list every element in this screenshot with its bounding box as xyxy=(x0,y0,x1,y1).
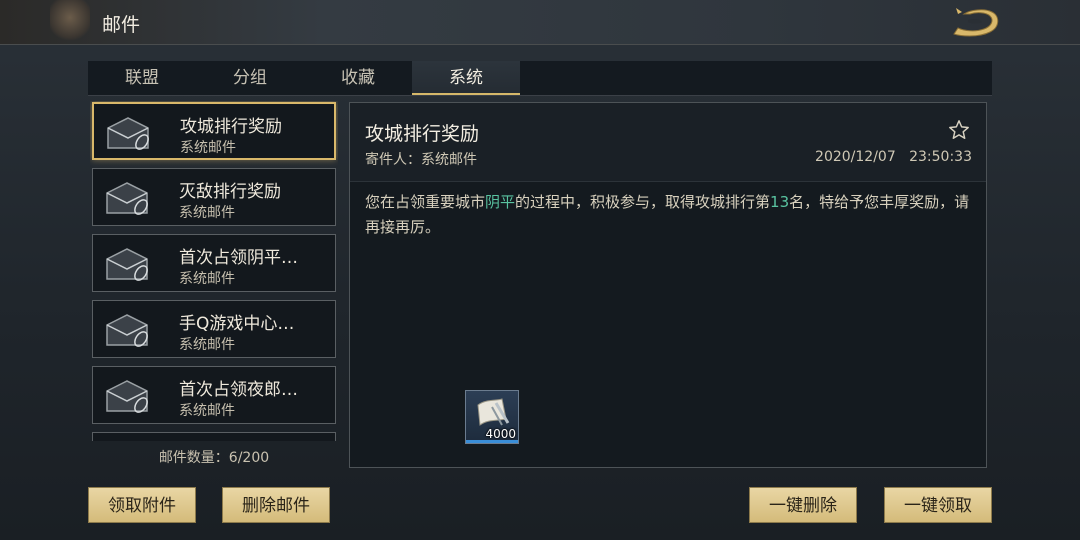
rank-number: 13 xyxy=(770,193,790,211)
body-text: 的过程中，积极参与，取得攻城排行第 xyxy=(515,193,771,211)
mail-sender: 系统邮件 xyxy=(179,271,235,287)
star-icon[interactable] xyxy=(948,119,970,141)
mail-list[interactable]: 攻城排行奖励 系统邮件 灭敌排行奖励 系统邮件 首次占领阴平… 系统邮件 手Q游… xyxy=(90,101,338,441)
mail-body: 您在占领重要城市阴平的过程中，积极参与，取得攻城排行第13名，特给予您丰厚奖励，… xyxy=(365,190,970,240)
body-text: 您在占领重要城市 xyxy=(365,193,486,211)
tab-system[interactable]: 系统 xyxy=(412,61,520,95)
mail-count: 邮件数量：6/200 xyxy=(158,450,270,466)
mail-tabs: 联盟 分组 收藏 系统 xyxy=(88,61,992,96)
delete-mail-button[interactable]: 删除邮件 xyxy=(222,487,330,523)
mail-title: 手Q游戏中心… xyxy=(179,314,295,334)
mail-attachment-icon xyxy=(106,314,148,347)
mail-list-item[interactable]: 首次占领夜郎… 系统邮件 xyxy=(92,366,336,424)
mail-sender: 系统邮件 xyxy=(179,403,235,419)
tab-alliance[interactable]: 联盟 xyxy=(88,61,196,95)
claim-all-button[interactable]: 一键领取 xyxy=(884,487,992,523)
mail-sender: 系统邮件 xyxy=(179,205,235,221)
top-bar: 邮件 xyxy=(0,0,1080,45)
attachment-quantity: 4000 xyxy=(485,427,516,441)
tab-group[interactable]: 分组 xyxy=(196,61,304,95)
mail-list-item[interactable]: 灭敌排行奖励 系统邮件 xyxy=(92,168,336,226)
mail-attachment-icon xyxy=(106,248,148,281)
decree-scroll-icon xyxy=(477,398,510,426)
mail-detail-panel: 攻城排行奖励 寄件人：系统邮件 2020/12/07 23:50:33 您在占领… xyxy=(349,102,987,468)
claim-attachment-button[interactable]: 领取附件 xyxy=(88,487,196,523)
city-name: 阴平 xyxy=(485,193,516,211)
mail-subject: 攻城排行奖励 xyxy=(365,123,480,145)
mail-list-item[interactable]: 手Q游戏中心… 系统邮件 xyxy=(92,300,336,358)
dragon-logo-icon[interactable] xyxy=(948,4,1004,40)
delete-all-button[interactable]: 一键删除 xyxy=(749,487,857,523)
mail-title: 灭敌排行奖励 xyxy=(179,182,281,202)
mail-attachment-icon xyxy=(106,380,148,413)
tab-favorites[interactable]: 收藏 xyxy=(304,61,412,95)
mail-list-item[interactable]: 攻城排行奖励 系统邮件 xyxy=(92,102,336,160)
attachment-item[interactable]: 4000 xyxy=(465,390,519,444)
mail-sender-label: 寄件人：系统邮件 xyxy=(365,152,477,168)
mail-date: 2020/12/07 xyxy=(815,149,896,165)
mail-sender: 系统邮件 xyxy=(180,140,236,156)
mail-sender: 系统邮件 xyxy=(179,337,235,353)
mail-attachment-icon xyxy=(107,117,149,150)
header-decoration xyxy=(50,0,90,44)
mail-attachment-icon xyxy=(106,182,148,215)
mail-time: 23:50:33 xyxy=(909,149,972,165)
mail-list-item[interactable]: 首次占领阴平… 系统邮件 xyxy=(92,234,336,292)
mail-title: 首次占领夜郎… xyxy=(179,380,298,400)
mail-title: 首次占领阴平… xyxy=(179,248,298,268)
page-title: 邮件 xyxy=(102,14,141,36)
attachment-quality-bar xyxy=(466,440,518,443)
mail-datetime: 2020/12/07 23:50:33 xyxy=(815,149,972,165)
mail-title: 攻城排行奖励 xyxy=(180,117,282,137)
mail-detail-header: 攻城排行奖励 寄件人：系统邮件 2020/12/07 23:50:33 xyxy=(350,103,986,182)
mail-list-item-partial[interactable] xyxy=(92,432,336,441)
